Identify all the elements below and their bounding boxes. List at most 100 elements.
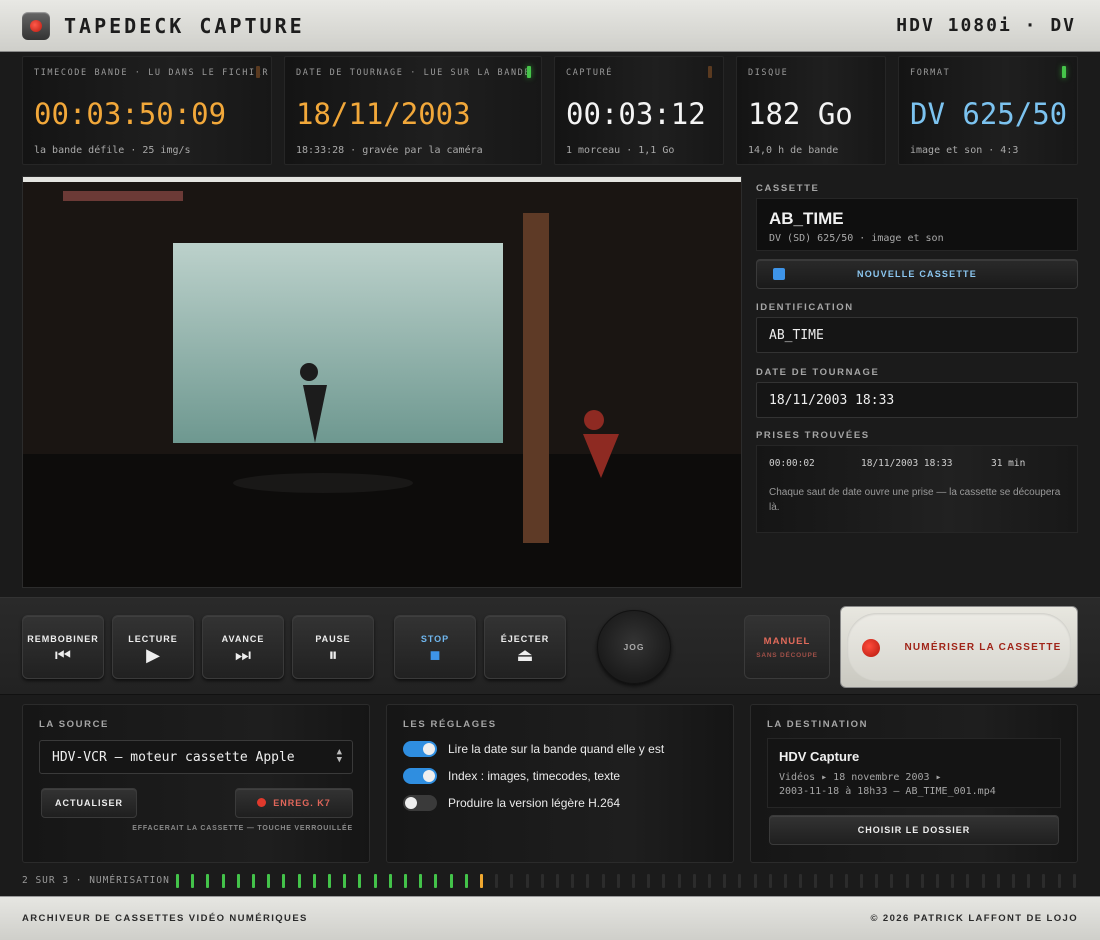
progress-tick — [176, 874, 179, 888]
setting-label: Lire la date sur la bande quand elle y e… — [448, 742, 665, 756]
app-footer: ARCHIVEUR DE CASSETTES VIDÉO NUMÉRIQUES … — [0, 896, 1100, 940]
manual-button[interactable]: MANUEL SANS DÉCOUPE — [744, 615, 830, 679]
video-scene-shelf — [63, 191, 183, 201]
digitize-label: NUMÉRISER LA CASSETTE — [904, 642, 1062, 653]
new-cassette-label: NOUVELLE CASSETTE — [857, 269, 977, 279]
card-sub: la bande défile · 25 img/s — [34, 145, 191, 156]
refresh-button[interactable]: ACTUALISER — [41, 788, 137, 818]
progress-tick — [373, 874, 377, 888]
card-label: TIMECODE BANDE · LU DANS LE FICHIER — [34, 68, 270, 78]
setting-label: Index : images, timecodes, texte — [448, 769, 621, 783]
progress-tick — [616, 874, 620, 888]
play-button[interactable]: LECTURE ▶ — [112, 615, 194, 679]
settings-title: LES RÉGLAGES — [403, 719, 497, 730]
rewind-icon: ⏮ — [54, 645, 72, 665]
digitize-button[interactable]: NUMÉRISER LA CASSETTE — [840, 606, 1078, 688]
progress-tick — [434, 874, 438, 888]
progress-tick — [252, 874, 255, 888]
progress-tick — [525, 874, 529, 888]
video-preview — [22, 176, 742, 588]
card-value: 00:03:12 — [566, 97, 706, 131]
source-select[interactable]: HDV-VCR — moteur cassette Apple ▲ ▼ — [39, 740, 353, 774]
video-top-bar — [23, 177, 741, 182]
setting-h264[interactable]: Produire la version légère H.264 — [403, 795, 723, 813]
rewind-label: REMBOBINER — [27, 634, 99, 644]
video-scene-shadow — [233, 473, 413, 493]
rewind-button[interactable]: REMBOBINER ⏮ — [22, 615, 104, 679]
progress-tick — [556, 874, 559, 888]
progress-tick — [206, 874, 210, 888]
progress-tick — [692, 874, 696, 888]
progress-tick — [495, 874, 499, 888]
record-tape-button[interactable]: ENREG. K7 — [235, 788, 353, 818]
settings-panel: LES RÉGLAGES Lire la date sur la bande q… — [386, 704, 734, 863]
progress-tick — [829, 874, 833, 888]
toggle-knob — [423, 770, 435, 782]
setting-read-date[interactable]: Lire la date sur la bande quand elle y e… — [403, 741, 723, 759]
jog-label: JOG — [623, 642, 645, 652]
video-scene-pillar — [523, 213, 549, 543]
footer-copyright: © 2026 PATRICK LAFFONT DE LOJO — [870, 913, 1078, 924]
progress-tick — [981, 874, 985, 888]
status-led-icon — [708, 66, 712, 78]
take-duration: 31 min — [991, 458, 1026, 469]
card-sub: 1 morceau · 1,1 Go — [566, 145, 675, 156]
cassette-label: CASSETTE — [756, 183, 820, 194]
choose-folder-button[interactable]: CHOISIR LE DOSSIER — [769, 815, 1059, 845]
stop-button[interactable]: STOP ■ — [394, 615, 476, 679]
toggle-switch[interactable] — [403, 795, 437, 811]
progress-tick — [571, 874, 575, 888]
shoot-date-label: DATE DE TOURNAGE — [756, 367, 880, 378]
select-chevron-icon: ▲ ▼ — [336, 747, 342, 765]
progress-tick — [540, 874, 544, 888]
progress-tick — [480, 874, 483, 888]
progress-tick — [966, 874, 970, 888]
identification-field[interactable]: AB_TIME — [756, 317, 1078, 353]
progress-tick — [708, 874, 711, 888]
jog-wheel[interactable]: JOG — [597, 610, 671, 684]
setting-index[interactable]: Index : images, timecodes, texte — [403, 768, 723, 786]
progress-tick — [282, 874, 286, 888]
takes-label: PRISES TROUVÉES — [756, 430, 870, 441]
progress-tick — [404, 874, 407, 888]
video-scene-window — [173, 243, 503, 443]
app-header: TAPEDECK CAPTURE HDV 1080i · DV — [0, 0, 1100, 52]
cassette-desc: DV (SD) 625/50 · image et son — [769, 233, 944, 244]
cassette-name: AB_TIME — [769, 209, 844, 228]
progress-meter — [176, 874, 1080, 888]
app-title: TAPEDECK CAPTURE — [64, 14, 305, 38]
status-led-icon — [1062, 66, 1066, 78]
take-timecode[interactable]: 00:00:02 — [769, 458, 815, 469]
identification-label: IDENTIFICATION — [756, 302, 854, 313]
card-sub: 14,0 h de bande — [748, 145, 839, 156]
progress-tick — [464, 874, 468, 888]
card-sub: 18:33:28 · gravée par la caméra — [296, 145, 483, 156]
progress-tick — [905, 874, 909, 888]
progress-tick — [920, 874, 924, 888]
forward-label: AVANCE — [221, 634, 265, 644]
progress-tick — [768, 874, 772, 888]
progress-tick — [662, 874, 666, 888]
progress-tick — [647, 874, 651, 888]
destination-title: LA DESTINATION — [767, 719, 869, 730]
progress-tick — [875, 874, 879, 888]
record-tape-label: ENREG. K7 — [273, 798, 331, 808]
forward-button[interactable]: AVANCE ⏭ — [202, 615, 284, 679]
progress-tick — [1012, 874, 1015, 888]
manual-label: MANUEL — [763, 636, 811, 647]
toggle-switch[interactable] — [403, 768, 437, 784]
setting-label: Produire la version légère H.264 — [448, 796, 621, 810]
eject-icon: ⏏ — [516, 645, 534, 665]
source-panel: LA SOURCE HDV-VCR — moteur cassette Appl… — [22, 704, 370, 863]
eject-button[interactable]: ÉJECTER ⏏ — [484, 615, 566, 679]
pause-button[interactable]: PAUSE ⏸ — [292, 615, 374, 679]
toggle-switch[interactable] — [403, 741, 437, 757]
new-cassette-button[interactable]: NOUVELLE CASSETTE — [756, 259, 1078, 289]
progress-tick — [586, 874, 590, 888]
status-led-icon — [527, 66, 531, 78]
shoot-date-field[interactable]: 18/11/2003 18:33 — [756, 382, 1078, 418]
progress-tick — [312, 874, 316, 888]
figure-body — [583, 434, 619, 478]
progress-tick — [632, 874, 635, 888]
status-led-icon — [256, 66, 260, 78]
